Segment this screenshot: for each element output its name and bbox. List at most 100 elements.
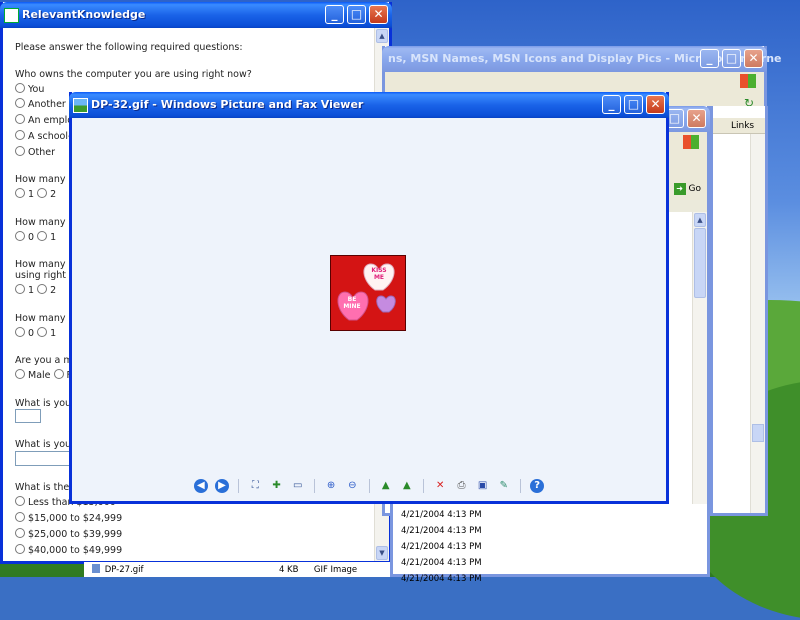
radio-icon[interactable] [15, 528, 25, 538]
actual-size-icon[interactable]: ✚ [270, 479, 284, 493]
file-row-2[interactable]: 4/21/2004 4:13 PM [401, 526, 482, 536]
minimize-button[interactable]: _ [325, 5, 344, 24]
viewer-toolbar: ◀ ▶ ⛶ ✚ ▭ ⊕ ⊖ ▲ ▲ ✕ ⎙ ▣ ✎ ? [72, 479, 666, 497]
close-button[interactable]: ✕ [646, 95, 665, 114]
scroll-thumb[interactable] [752, 424, 764, 442]
q3-options[interactable]: 0 1 [15, 231, 56, 243]
q7-input[interactable] [15, 409, 41, 423]
q1-option-2[interactable]: Another [15, 98, 66, 110]
scroll-up-icon[interactable]: ▲ [376, 29, 388, 43]
q2-options[interactable]: 1 2 [15, 188, 56, 200]
maximize-button[interactable]: □ [722, 49, 741, 68]
minimize-button[interactable]: _ [700, 49, 719, 68]
candy-hearts-image [337, 263, 396, 321]
file-row-5[interactable]: 4/21/2004 4:13 PM [401, 574, 482, 584]
edit-icon[interactable]: ✎ [497, 479, 511, 493]
radio-icon[interactable] [37, 284, 48, 294]
radio-icon[interactable] [15, 188, 25, 198]
radio-icon[interactable] [15, 98, 25, 108]
q1-option-5[interactable]: Other [15, 146, 55, 158]
zoom-in-icon[interactable]: ⊕ [324, 479, 338, 493]
zoom-out-icon[interactable]: ⊖ [345, 479, 359, 493]
minimize-button[interactable]: _ [602, 95, 621, 114]
maximize-button[interactable]: □ [624, 95, 643, 114]
ie-titlebar[interactable]: ns, MSN Names, MSN Icons and Display Pic… [382, 46, 782, 72]
q1-option-3[interactable]: An emplo [15, 114, 73, 126]
q6-options[interactable]: Male F [15, 369, 72, 381]
radio-icon[interactable] [15, 114, 25, 124]
windows-logo-icon [740, 74, 756, 88]
q1-option-4[interactable]: A school- [15, 130, 71, 142]
radio-icon[interactable] [15, 327, 25, 337]
q1-text: Who owns the computer you are using righ… [15, 69, 252, 80]
close-button[interactable]: ✕ [687, 109, 706, 128]
radio-icon[interactable] [37, 327, 48, 337]
slideshow-icon[interactable]: ▭ [291, 479, 305, 493]
q9-text: What is the t [15, 482, 76, 493]
delete-icon[interactable]: ✕ [433, 479, 447, 493]
displayed-image: KISS ME BE MINE [330, 255, 406, 331]
survey-title: RelevantKnowledge [22, 8, 146, 21]
links-bar: Links [713, 118, 765, 134]
radio-icon[interactable] [15, 284, 25, 294]
ie-menubar [385, 72, 764, 93]
toolbar-separator [423, 479, 425, 493]
radio-icon[interactable] [15, 512, 25, 522]
q5-options[interactable]: 0 1 [15, 327, 56, 339]
links-scrollbar[interactable] [750, 134, 765, 513]
best-fit-icon[interactable]: ⛶ [248, 479, 262, 493]
help-icon[interactable]: ? [530, 479, 545, 493]
q4-text: How many p [15, 259, 75, 270]
survey-titlebar[interactable]: RelevantKnowledge _ □ ✕ [0, 2, 392, 28]
intro-text: Please answer the following required que… [15, 42, 243, 53]
radio-icon[interactable] [15, 231, 25, 241]
go-button[interactable]: ➜ Go [673, 183, 701, 197]
radio-icon[interactable] [37, 231, 48, 241]
q1-option-1[interactable]: You [15, 83, 44, 95]
q9-option-4[interactable]: $40,000 to $49,999 [15, 544, 122, 556]
image-text-kiss-me: KISS ME [371, 267, 387, 281]
toolbar-separator [368, 479, 370, 493]
image-text-be-mine: BE MINE [343, 296, 361, 310]
next-image-icon[interactable]: ▶ [215, 479, 229, 493]
viewer-titlebar[interactable]: DP-32.gif - Windows Picture and Fax View… [69, 92, 669, 118]
maximize-button[interactable]: □ [347, 5, 366, 24]
rotate-clockwise-icon[interactable]: ▲ [379, 479, 393, 493]
q2-text: How many p [15, 174, 75, 185]
explorer-scrollbar[interactable]: ▲ [692, 212, 707, 504]
file-list-strip: DP-27.gif 4 KB GIF Image [84, 562, 390, 577]
file-row-1[interactable]: 4/21/2004 4:13 PM [401, 510, 482, 520]
toolbar-separator [238, 479, 240, 493]
radio-icon[interactable] [15, 369, 25, 379]
radio-icon[interactable] [37, 188, 48, 198]
file-row-3[interactable]: 4/21/2004 4:13 PM [401, 542, 482, 552]
radio-icon[interactable] [15, 130, 25, 140]
scroll-down-icon[interactable]: ▼ [376, 546, 388, 560]
toolbar-separator [313, 479, 315, 493]
previous-image-icon[interactable]: ◀ [193, 479, 208, 493]
file-row-4[interactable]: 4/21/2004 4:13 PM [401, 558, 482, 568]
q9-option-3[interactable]: $25,000 to $39,999 [15, 528, 122, 540]
q8-text: What is your [15, 439, 75, 450]
print-icon[interactable]: ⎙ [454, 479, 468, 493]
q8-input[interactable] [15, 451, 77, 466]
radio-icon[interactable] [15, 146, 25, 156]
links-label[interactable]: Links [731, 121, 754, 131]
save-icon[interactable]: ▣ [476, 479, 490, 493]
close-button[interactable]: ✕ [369, 5, 388, 24]
file-row-dp27[interactable]: DP-27.gif 4 KB GIF Image [92, 564, 357, 575]
gif-file-icon [92, 564, 100, 573]
rotate-counterclockwise-icon[interactable]: ▲ [400, 479, 414, 493]
q9-option-2[interactable]: $15,000 to $24,999 [15, 512, 122, 524]
window-icon [4, 8, 19, 23]
radio-icon[interactable] [15, 544, 25, 554]
viewer-window: DP-32.gif - Windows Picture and Fax View… [69, 92, 669, 504]
scroll-up-icon[interactable]: ▲ [694, 213, 706, 227]
scroll-thumb[interactable] [694, 228, 706, 298]
radio-icon[interactable] [53, 369, 64, 379]
q7-text: What is your [15, 398, 75, 409]
close-button[interactable]: ✕ [744, 49, 763, 68]
radio-icon[interactable] [15, 83, 25, 93]
q4-options[interactable]: 1 2 [15, 284, 56, 296]
radio-icon[interactable] [15, 496, 25, 506]
